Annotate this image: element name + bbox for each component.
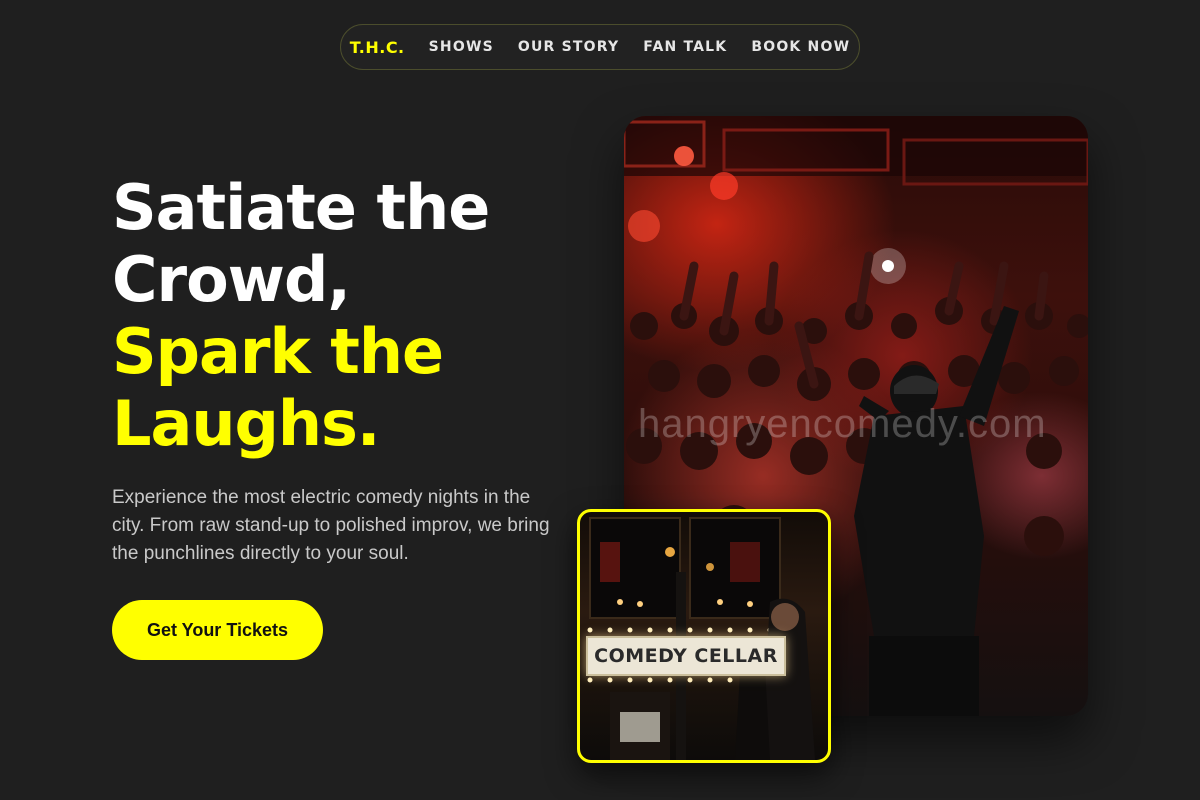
comedy-cellar-photo: COMEDY CELLAR [577, 509, 831, 763]
hero-title-line-3: Spark the [112, 315, 444, 388]
marquee-sign: COMEDY CELLAR [586, 636, 786, 676]
top-nav: T.H.C. SHOWS OUR STORY FAN TALK BOOK NOW [340, 24, 860, 70]
nav-link-shows[interactable]: SHOWS [429, 39, 494, 55]
hero-title-line-4: Laughs. [112, 387, 380, 460]
brand-logo[interactable]: T.H.C. [350, 38, 405, 57]
hero-title-line-1: Satiate the [112, 171, 490, 244]
nav-link-fan-talk[interactable]: FAN TALK [643, 39, 727, 55]
hero-description: Experience the most electric comedy nigh… [112, 487, 550, 564]
nav-link-our-story[interactable]: OUR STORY [518, 39, 619, 55]
hero-title-line-2: Crowd, [112, 243, 351, 316]
nav-link-book-now[interactable]: BOOK NOW [751, 39, 850, 55]
hero-title: Satiate the Crowd, Spark the Laughs. [112, 172, 582, 460]
get-tickets-button[interactable]: Get Your Tickets [112, 600, 323, 660]
watermark-text: hangryencomedy.com [638, 402, 1047, 446]
landing-page: T.H.C. SHOWS OUR STORY FAN TALK BOOK NOW… [0, 0, 1200, 800]
